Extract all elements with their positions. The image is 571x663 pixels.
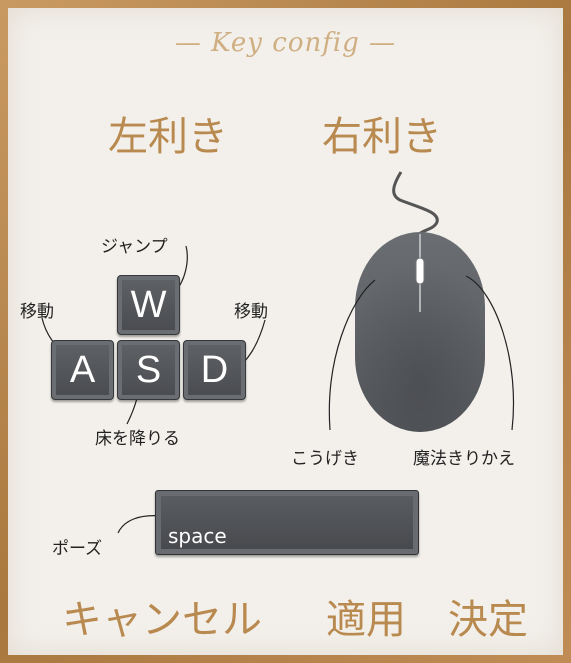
key-w[interactable]: W xyxy=(117,275,180,335)
key-space[interactable]: space xyxy=(155,490,419,555)
pause-label: ポーズ xyxy=(52,539,103,559)
mouse-cable xyxy=(392,171,439,237)
diagram-lines xyxy=(41,171,515,534)
key-space-label: space xyxy=(168,524,227,548)
key-s[interactable]: S xyxy=(117,340,180,400)
attack-label: こうげき xyxy=(291,449,359,469)
move-left-label: 移動 xyxy=(20,302,54,322)
confirm-button[interactable]: 決定 xyxy=(448,587,528,645)
mouse-wheel xyxy=(415,257,425,285)
magic-switch-label: 魔法きりかえ xyxy=(413,449,515,469)
cancel-button[interactable]: キャンセル xyxy=(62,587,262,645)
drop-label: 床を降りる xyxy=(95,429,180,449)
key-d[interactable]: D xyxy=(183,340,246,400)
move-right-label: 移動 xyxy=(234,302,268,322)
drop-line xyxy=(126,397,138,425)
apply-button[interactable]: 適用 xyxy=(326,587,406,645)
key-a[interactable]: A xyxy=(51,340,114,400)
jump-label: ジャンプ xyxy=(101,237,168,257)
